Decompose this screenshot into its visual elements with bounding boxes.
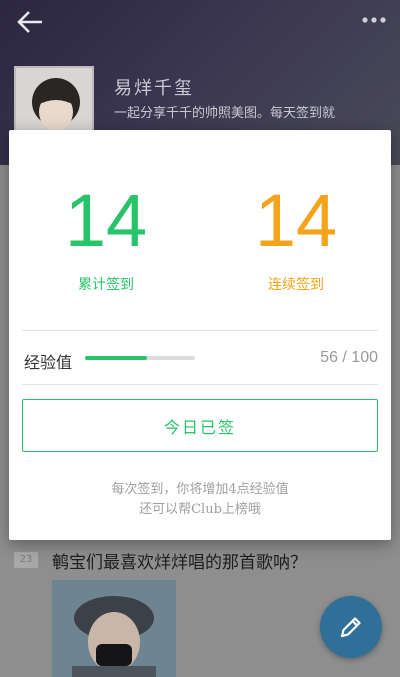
streak-checkins-value: 14 <box>254 179 338 262</box>
checkin-hint-line2: 还可以帮Club上榜哦 <box>139 502 261 517</box>
experience-progress-track <box>85 356 195 360</box>
checkin-hint-line1: 每次签到，你将增加4点经验值 <box>111 482 289 497</box>
checkin-dialog: 14 累计签到 14 连续签到 经验值 56 / 100 今日已签 每次签到，你… <box>9 130 391 540</box>
post-photo <box>52 580 176 677</box>
experience-progress-fill <box>85 356 147 360</box>
post-badge: 23 <box>14 552 38 568</box>
total-checkins-label: 累计签到 <box>78 277 134 293</box>
post-title[interactable]: 鹌宝们最喜欢烊烊唱的那首歌呐？ <box>52 548 307 573</box>
checkin-hint: 每次签到，你将增加4点经验值 还可以帮Club上榜哦 <box>9 480 391 520</box>
divider <box>22 330 378 331</box>
divider <box>22 384 378 385</box>
club-name: 易烊千玺 <box>114 78 194 99</box>
back-arrow-icon[interactable] <box>14 8 46 36</box>
signed-today-button[interactable]: 今日已签 <box>22 399 378 452</box>
post-image[interactable] <box>52 580 176 677</box>
experience-value: 56 / 100 <box>320 349 378 366</box>
experience-label: 经验值 <box>24 353 73 372</box>
more-options-icon[interactable] <box>360 10 388 30</box>
total-checkins: 14 累计签到 <box>21 178 191 294</box>
streak-checkins-label: 连续签到 <box>268 277 324 293</box>
total-checkins-value: 14 <box>64 179 148 262</box>
streak-checkins: 14 连续签到 <box>211 178 381 294</box>
pencil-icon <box>340 617 361 638</box>
compose-button[interactable] <box>320 596 382 658</box>
